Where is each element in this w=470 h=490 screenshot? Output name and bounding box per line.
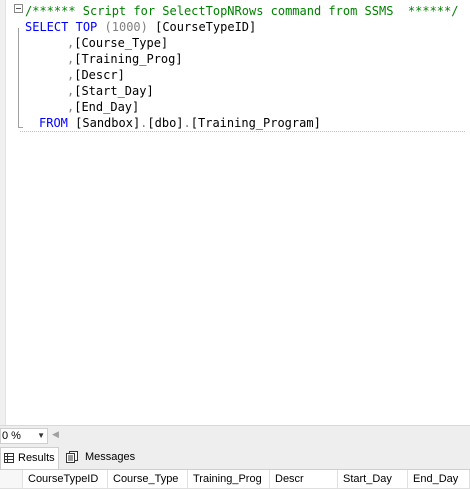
results-grid[interactable]: CourseTypeID Course_Type Training_Prog D…: [0, 470, 470, 490]
column-line: ,[Training_Prog]: [67, 52, 183, 66]
schema-name: [dbo]: [147, 116, 184, 130]
select-keyword: SELECT: [25, 20, 69, 34]
row-header-corner[interactable]: [0, 470, 23, 489]
current-line-indicator: [20, 131, 465, 132]
column-header[interactable]: Course_Type: [108, 470, 188, 489]
editor-status-bar: 0 % ▼ ◀: [0, 425, 470, 445]
column-line: ,[End_Day]: [67, 100, 140, 114]
comment-line: /****** Script for SelectTopNRows comman…: [25, 4, 459, 18]
column-line: ,[Course_Type]: [67, 36, 169, 50]
results-tabs: Results Messages: [0, 445, 470, 470]
column-header[interactable]: Training_Prog: [188, 470, 270, 489]
tab-results[interactable]: Results: [0, 447, 59, 469]
column-line: ,[Descr]: [67, 68, 125, 82]
column-line: ,[Start_Day]: [67, 84, 154, 98]
tab-results-label: Results: [18, 452, 55, 464]
column-header[interactable]: Start_Day: [338, 470, 408, 489]
query-editor[interactable]: /****** Script for SelectTopNRows comman…: [0, 0, 470, 425]
from-line: FROM [Sandbox].[dbo].[Training_Program]: [39, 116, 321, 130]
database-name: [Sandbox]: [75, 116, 141, 130]
table-name: [Training_Program]: [190, 116, 321, 130]
top-keyword: TOP: [75, 20, 98, 34]
zoom-value: 0 %: [2, 430, 21, 442]
chevron-down-icon: ▼: [37, 431, 45, 440]
tab-messages-label: Messages: [85, 451, 136, 463]
top-count: (1000): [104, 20, 148, 34]
column-header[interactable]: Descr: [270, 470, 338, 489]
select-line: SELECT TOP (1000) [CourseTypeID]: [25, 19, 256, 35]
zoom-dropdown[interactable]: 0 % ▼: [0, 428, 48, 444]
scroll-left-arrow-icon[interactable]: ◀: [52, 429, 59, 440]
sql-code: /****** Script for SelectTopNRows comman…: [0, 0, 458, 182]
messages-icon: [66, 451, 78, 463]
column-header[interactable]: CourseTypeID: [23, 470, 108, 489]
tab-messages[interactable]: Messages: [60, 447, 140, 468]
grid-icon: [4, 453, 14, 463]
column-header[interactable]: End_Day: [408, 470, 470, 489]
column-name: [CourseTypeID]: [155, 20, 257, 34]
from-keyword: FROM: [39, 116, 68, 130]
